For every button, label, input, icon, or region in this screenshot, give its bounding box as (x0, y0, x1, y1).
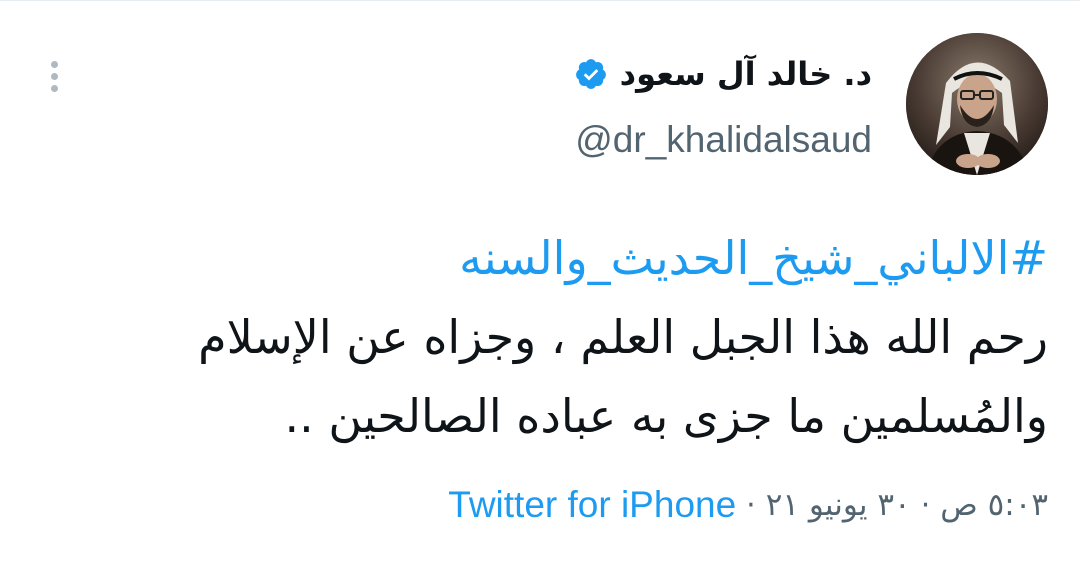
tweet-date[interactable]: ٣٠ يونيو ٢١ (766, 487, 911, 523)
tweet-card: د. خالد آل سعود @dr_khalidalsaud #الالبا… (0, 0, 1080, 563)
meta-separator: · (920, 487, 931, 523)
tweet-meta: ٥:٠٣ ص · ٣٠ يونيو ٢١ · Twitter for iPhon… (448, 481, 1048, 529)
meta-separator: · (746, 487, 756, 523)
avatar-image (906, 33, 1048, 175)
more-options-icon[interactable] (42, 61, 66, 99)
tweet-timestamp[interactable]: ٥:٠٣ ص (940, 487, 1048, 523)
avatar[interactable] (906, 33, 1048, 175)
author-handle[interactable]: @dr_khalidalsaud (575, 119, 872, 161)
tweet-text-line-2: والمُسلمين ما جزى به عباده الصالحين .. (284, 389, 1048, 443)
tweet-source-link[interactable]: Twitter for iPhone (448, 484, 736, 526)
verified-badge-icon (575, 59, 606, 89)
author-display-name[interactable]: د. خالد آل سعود (620, 55, 872, 93)
tweet-text-line-1: رحم الله هذا الجبل العلم ، وجزاه عن الإس… (198, 310, 1048, 364)
author-name-row: د. خالد آل سعود (574, 51, 872, 97)
hashtag-link[interactable]: #الالباني_شيخ_الحديث_والسنه (459, 231, 1048, 285)
tweet-text: #الالباني_شيخ_الحديث_والسنه رحم الله هذا… (88, 219, 1048, 456)
